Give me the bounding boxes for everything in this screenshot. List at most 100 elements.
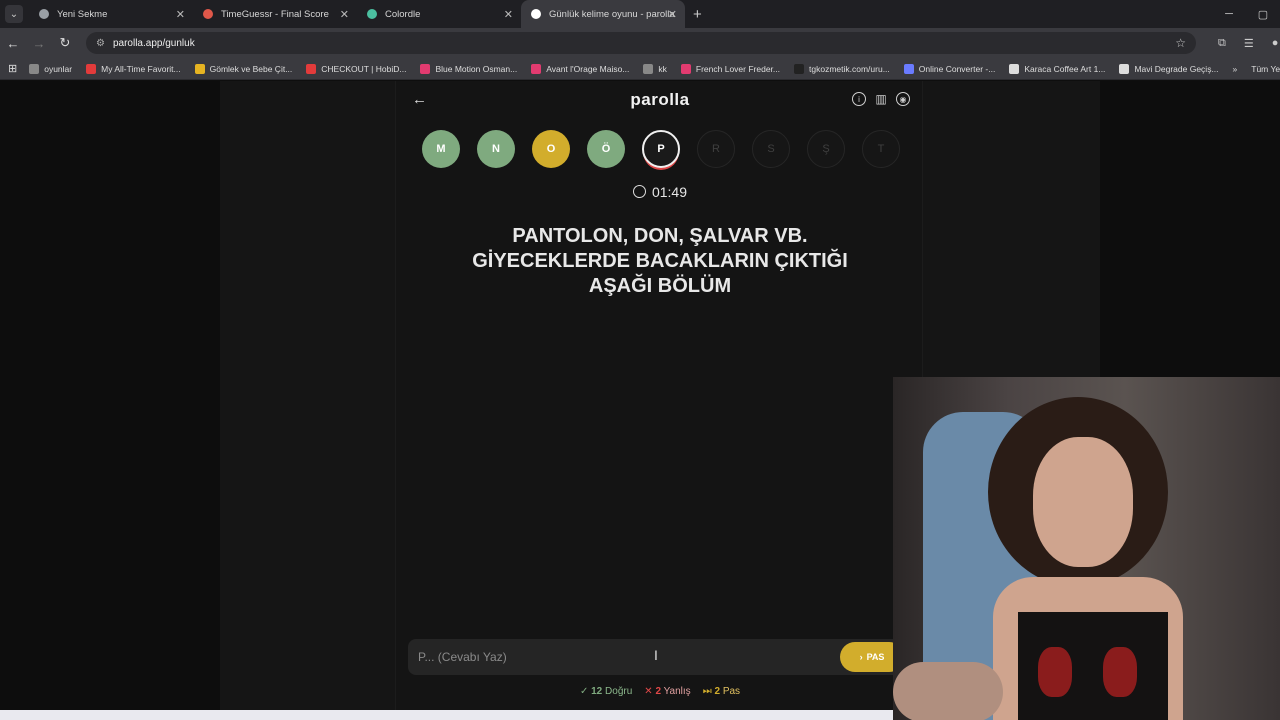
- bookmark-favicon-icon: [903, 63, 914, 74]
- bookmark-item[interactable]: Mavi Degrade Geçiş...: [1119, 63, 1219, 74]
- answer-input[interactable]: [418, 647, 818, 667]
- tab-yeni-sekme[interactable]: Yeni Sekme ✕: [29, 0, 193, 28]
- webcam-overlay: [893, 377, 1280, 720]
- bookmark-label: My All-Time Favorit...: [101, 63, 181, 74]
- pass-label: Pas: [722, 686, 741, 697]
- letter-correct: N: [477, 130, 515, 168]
- close-icon[interactable]: ✕: [340, 8, 349, 21]
- bookmark-item[interactable]: Online Converter -...: [903, 63, 996, 74]
- bookmark-label: Online Converter -...: [918, 63, 996, 74]
- close-icon[interactable]: ✕: [668, 8, 677, 21]
- all-bookmarks-folder[interactable]: Tüm Yer İ: [1251, 64, 1280, 74]
- tab-parolla[interactable]: Günlük kelime oyunu - parolla ✕: [521, 0, 685, 28]
- reload-icon[interactable]: ↻: [52, 35, 78, 51]
- question-text: PANTOLON, DON, ŞALVAR VB. GİYECEKLERDE B…: [436, 224, 884, 299]
- letter-correct: Ö: [587, 130, 625, 168]
- info-icon[interactable]: i: [852, 92, 866, 106]
- parolla-app: ← parolla i ▥ ◉ MNOÖPRSŞT 01:49 PANTOLON…: [395, 81, 923, 710]
- app-header: ← parolla i ▥ ◉: [396, 81, 924, 121]
- url-text: parolla.app/gunluk: [112, 37, 195, 49]
- bookmark-favicon-icon: [306, 63, 317, 74]
- correct-count: 12: [591, 686, 603, 697]
- minimize-icon[interactable]: ─: [1212, 0, 1246, 28]
- bookmark-item[interactable]: Gömlek ve Bebe Çit...: [194, 63, 293, 74]
- pass-button-label: PAS: [866, 652, 885, 662]
- close-icon[interactable]: ✕: [176, 8, 185, 21]
- bookmark-label: French Lover Freder...: [695, 63, 780, 74]
- webcam-print: [1038, 647, 1072, 697]
- tab-search-button[interactable]: ⌄: [5, 5, 23, 23]
- stats-chart-icon[interactable]: ▥: [874, 92, 888, 106]
- bookmark-item[interactable]: French Lover Freder...: [680, 63, 780, 74]
- bookmark-favicon-icon: [194, 63, 205, 74]
- maximize-icon[interactable]: ▢: [1246, 0, 1280, 28]
- bookmark-label: Avant l'Orage Maiso...: [546, 63, 630, 74]
- bookmark-item[interactable]: Avant l'Orage Maiso...: [531, 63, 630, 74]
- letter-pending: T: [862, 130, 900, 168]
- letter-wrong: O: [532, 130, 570, 168]
- bookmark-label: kk: [658, 63, 667, 74]
- wrong-count: 2: [655, 686, 662, 697]
- pass-stat: ⏭ 2 Pas: [702, 686, 741, 697]
- bookmark-item[interactable]: oyunlar: [29, 63, 73, 74]
- letter-current: P: [642, 130, 680, 168]
- text-cursor-icon: I: [654, 647, 658, 663]
- timer-value: 01:49: [651, 184, 688, 200]
- webcam-face: [1033, 437, 1133, 567]
- forward-icon[interactable]: →: [26, 36, 52, 51]
- bookmark-favicon-icon: [643, 63, 654, 74]
- url-field[interactable]: ⚙ parolla.app/gunluk ☆: [86, 32, 1196, 54]
- address-bar: ← → ↻ ⚙ parolla.app/gunluk ☆ ⧉ ☰ ●: [0, 28, 1280, 58]
- tab-favicon: [367, 9, 377, 19]
- bookmark-item[interactable]: CHECKOUT | HobiD...: [306, 63, 407, 74]
- correct-label: Doğru: [605, 686, 633, 697]
- wrong-label: Yanlış: [663, 686, 691, 697]
- bookmark-item[interactable]: kk: [643, 63, 667, 74]
- apps-grid-icon[interactable]: ⊞: [8, 62, 17, 75]
- bookmark-item[interactable]: My All-Time Favorit...: [86, 63, 181, 74]
- close-icon[interactable]: ✕: [504, 8, 513, 21]
- bookmarks-overflow-icon[interactable]: »: [1233, 64, 1238, 74]
- tab-colordle[interactable]: Colordle ✕: [357, 0, 521, 28]
- extensions-icon[interactable]: ⧉: [1218, 37, 1226, 50]
- bookmark-favicon-icon: [680, 63, 691, 74]
- bookmark-star-icon[interactable]: ☆: [1175, 36, 1186, 50]
- bookmark-label: tgkozmetik.com/uru...: [809, 63, 890, 74]
- bookmark-label: Gömlek ve Bebe Çit...: [209, 63, 293, 74]
- bookmark-item[interactable]: tgkozmetik.com/uru...: [794, 63, 890, 74]
- bookmark-favicon-icon: [531, 63, 542, 74]
- letter-wheel: MNOÖPRSŞT: [422, 130, 900, 168]
- tab-favicon: [39, 9, 49, 19]
- reading-list-icon[interactable]: ☰: [1244, 37, 1254, 50]
- question-line: AŞAĞI BÖLÜM: [588, 275, 732, 297]
- tab-title: Colordle: [385, 8, 421, 20]
- letter-pending: S: [752, 130, 790, 168]
- site-info-icon[interactable]: ⚙: [96, 38, 105, 49]
- bookmark-label: oyunlar: [44, 63, 73, 74]
- question-line: GİYECEKLERDE BACAKLARIN ÇIKTIĞI: [472, 250, 848, 272]
- tab-title: Günlük kelime oyunu - parolla: [549, 8, 675, 20]
- score-summary: ✓ 12 Doğru ✕ 2 Yanlış ⏭ 2 Pas: [396, 686, 924, 697]
- profile-icon[interactable]: ●: [1272, 37, 1279, 50]
- bookmarks-bar: ⊞ oyunlar My All-Time Favorit... Gömlek ve…: [0, 58, 1280, 80]
- new-tab-button[interactable]: +: [693, 6, 702, 23]
- bookmark-favicon-icon: [1119, 63, 1130, 74]
- tab-favicon: [203, 9, 213, 19]
- bookmark-item[interactable]: Karaca Coffee Art 1...: [1009, 63, 1105, 74]
- bookmark-label: CHECKOUT | HobiD...: [321, 63, 407, 74]
- toolbar-icons: ⧉ ☰ ●: [1218, 37, 1278, 50]
- header-icons: i ▥ ◉: [852, 92, 910, 106]
- window-controls: ─ ▢: [1212, 0, 1280, 28]
- chevron-right-icon: ›: [859, 652, 863, 662]
- webcam-print: [1103, 647, 1137, 697]
- bookmark-favicon-icon: [86, 63, 97, 74]
- bookmark-label: Blue Motion Osman...: [435, 63, 518, 74]
- clock-icon: [632, 185, 646, 198]
- tab-timeguessr[interactable]: TimeGuessr - Final Score ✕: [193, 0, 357, 28]
- bookmark-label: Mavi Degrade Geçiş...: [1134, 63, 1219, 74]
- bookmark-item[interactable]: Blue Motion Osman...: [420, 63, 518, 74]
- back-icon[interactable]: ←: [0, 36, 26, 51]
- question-line: PANTOLON, DON, ŞALVAR VB.: [512, 225, 808, 247]
- letter-correct: M: [422, 130, 460, 168]
- user-icon[interactable]: ◉: [896, 92, 910, 106]
